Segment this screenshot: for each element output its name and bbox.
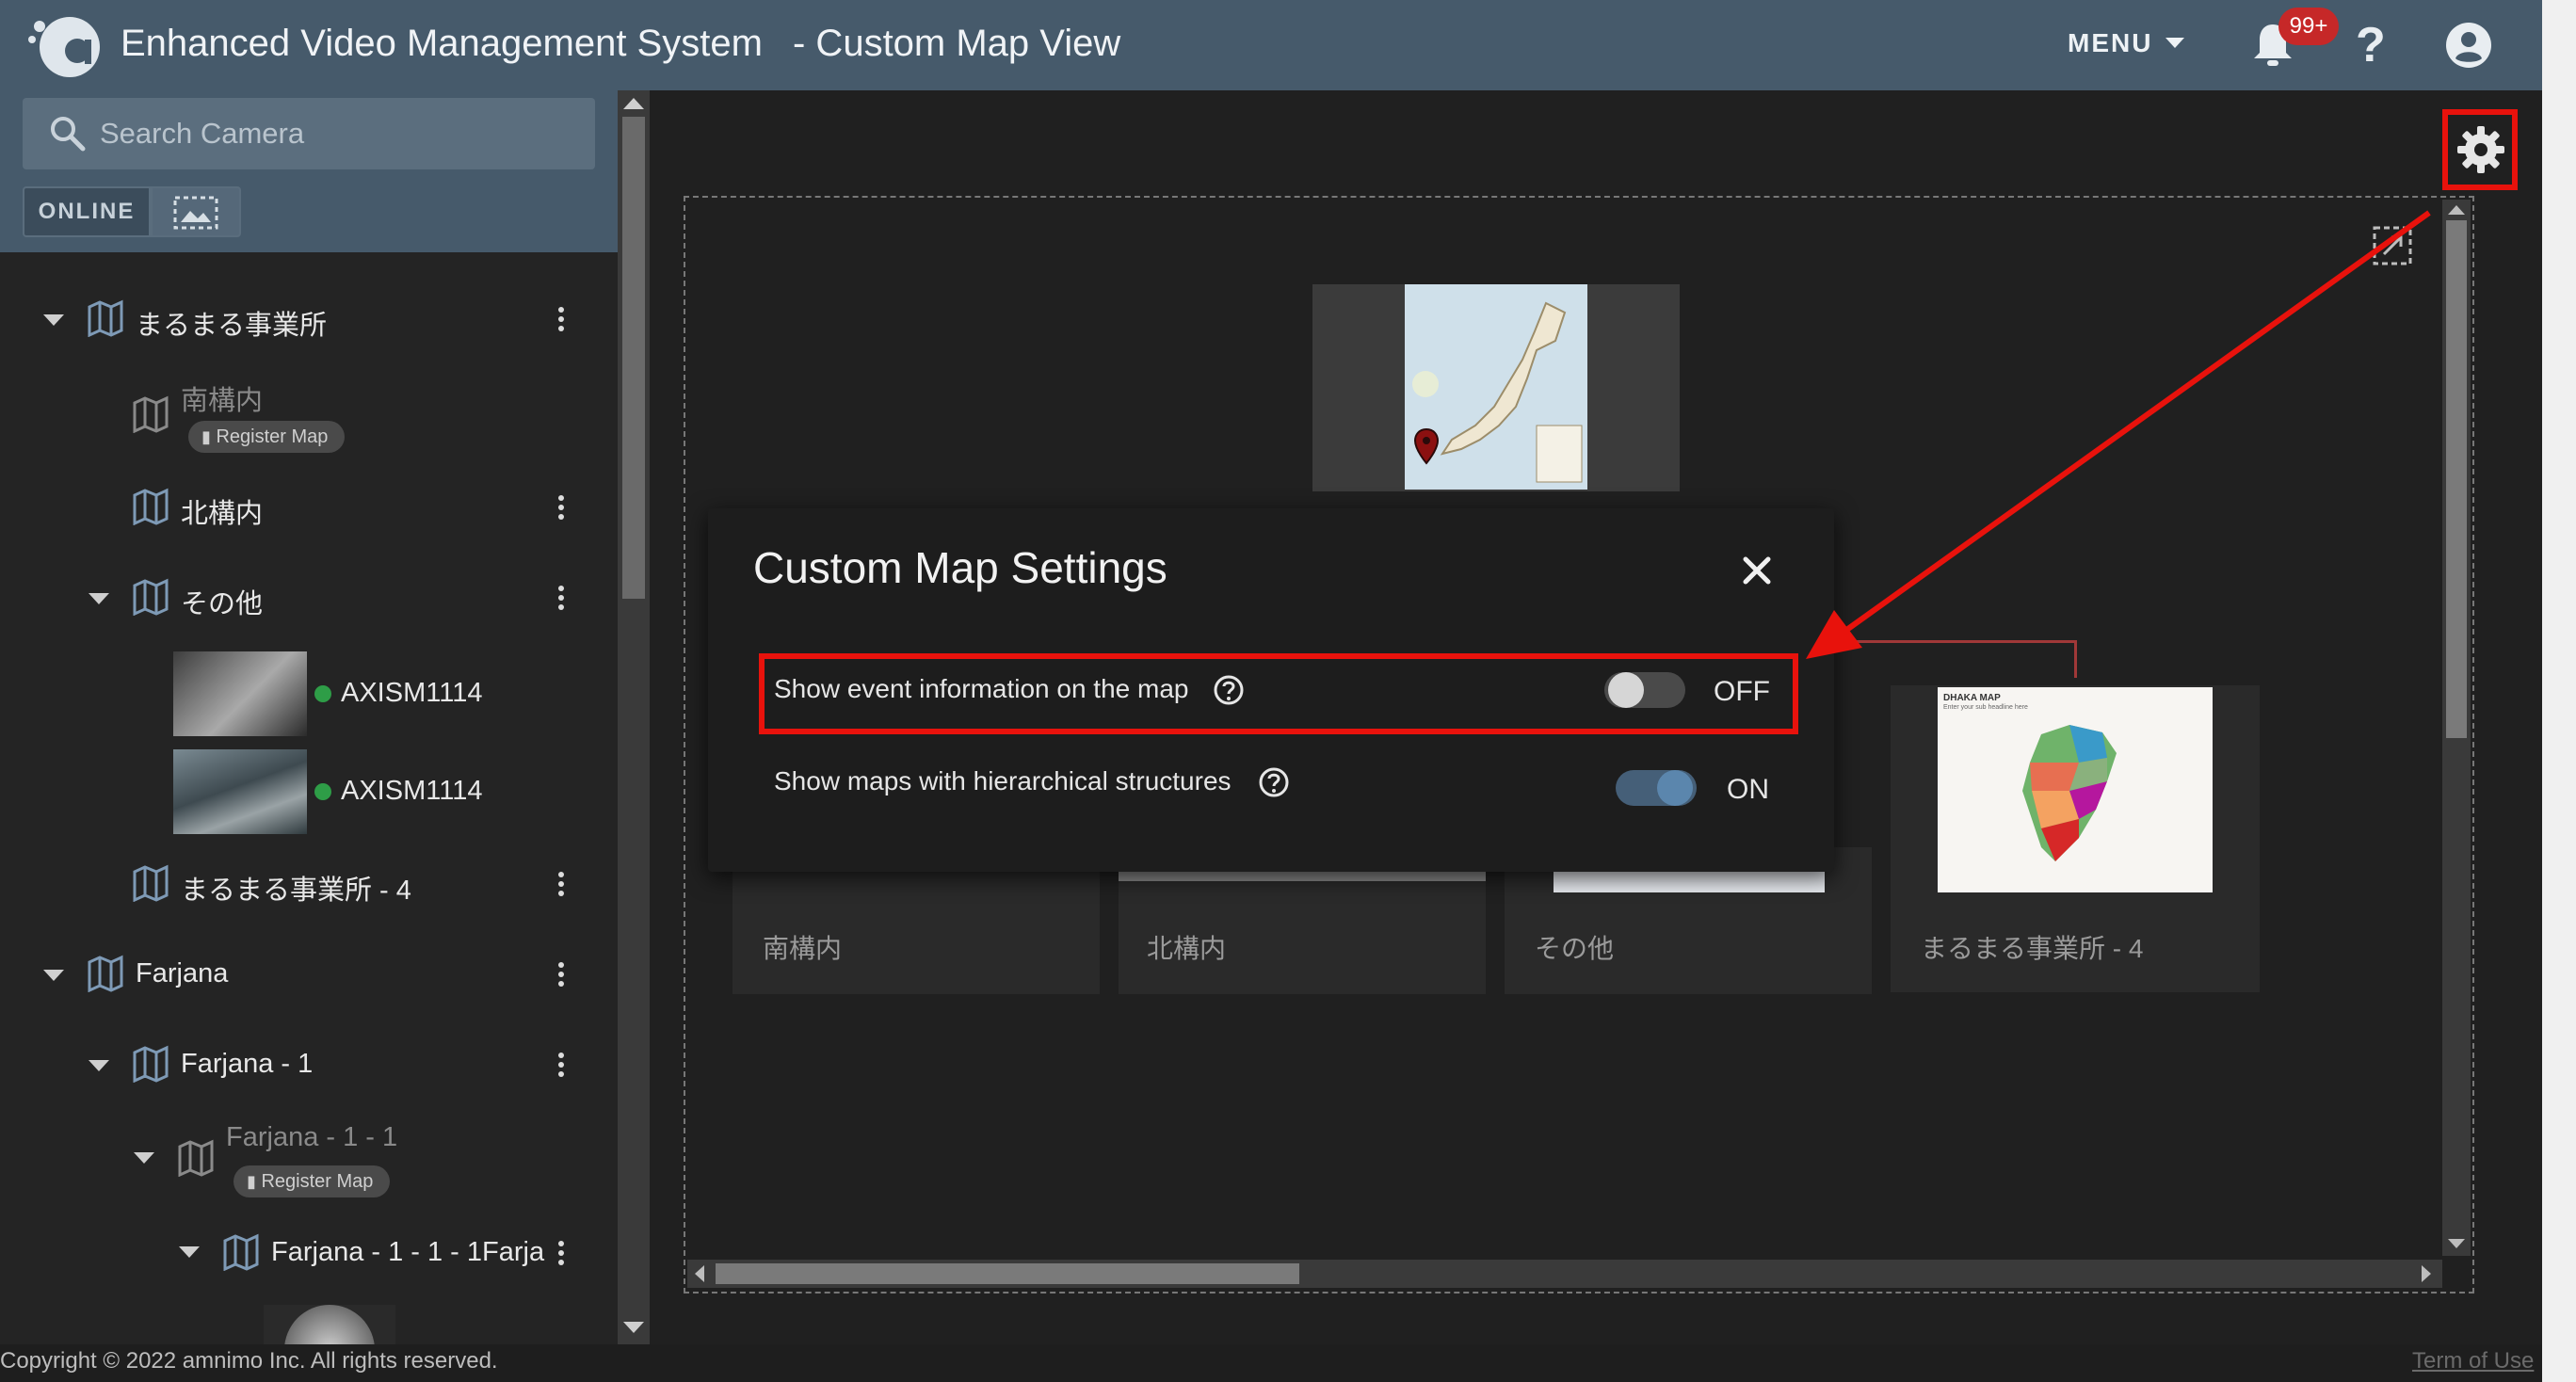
map-icon <box>133 488 169 525</box>
more-options-icon[interactable] <box>556 870 566 898</box>
map-card-label: 北構内 <box>1147 934 1227 963</box>
account-icon[interactable] <box>2444 21 2493 70</box>
hierarchical-state: ON <box>1727 774 1769 805</box>
map-icon <box>133 395 169 433</box>
scroll-down-arrow-icon[interactable] <box>2448 1239 2465 1248</box>
map-pin-icon[interactable] <box>1412 427 1441 465</box>
register-map-button[interactable]: ▮ Register Map <box>233 1165 391 1197</box>
register-map-label: Register Map <box>216 426 329 447</box>
tree-item-group2-child1[interactable]: Farjana - 1 <box>181 1049 313 1080</box>
scroll-right-arrow-icon[interactable] <box>2422 1265 2431 1282</box>
dhaka-map-drawing <box>2022 725 2117 861</box>
camera-item[interactable]: AXISM1114 <box>341 776 482 807</box>
dhaka-map-image: DHAKA MAP Enter your sub headline here <box>1938 687 2213 892</box>
more-options-icon[interactable] <box>556 493 566 522</box>
menu-label: MENU <box>2068 28 2153 57</box>
online-status-dot <box>314 685 331 702</box>
tree-item-group2-child1-1-1[interactable]: Farjana - 1 - 1 - 1Farja <box>271 1237 544 1268</box>
scroll-left-arrow-icon[interactable] <box>695 1265 704 1282</box>
help-circle-icon[interactable] <box>1258 766 1290 798</box>
tree-item-group1-child2[interactable]: 北構内 <box>181 491 263 531</box>
scroll-down-arrow-icon[interactable] <box>623 1322 644 1333</box>
settings-gear-icon[interactable] <box>2455 124 2506 175</box>
chevron-down-icon[interactable] <box>177 1245 201 1260</box>
page-subtitle: - Custom Map View <box>793 23 1121 64</box>
search-camera-input[interactable] <box>98 104 569 164</box>
register-map-label: Register Map <box>261 1171 374 1192</box>
chevron-down-icon[interactable] <box>132 1150 156 1165</box>
map-icon <box>133 864 169 902</box>
map-card-label: まるまる事業所 - 4 <box>1921 934 2144 963</box>
caret-down-icon <box>2165 38 2185 48</box>
map-filter-button[interactable] <box>151 186 241 237</box>
map-horizontal-scroll-thumb[interactable] <box>716 1263 1299 1284</box>
more-options-icon[interactable] <box>556 960 566 988</box>
map-image-icon <box>173 196 218 230</box>
search-icon <box>51 117 86 152</box>
map-icon <box>88 299 123 337</box>
camera-thumbnail[interactable] <box>173 651 307 736</box>
more-options-icon[interactable] <box>556 584 566 612</box>
sidebar-scroll-thumb[interactable] <box>622 117 645 599</box>
camera-item[interactable]: AXISM1114 <box>341 678 482 709</box>
dialog-title: Custom Map Settings <box>753 543 1167 592</box>
map-small-icon: ▮ <box>201 427 211 446</box>
more-options-icon[interactable] <box>556 1051 566 1079</box>
tree-item-group2-child1-1[interactable]: Farjana - 1 - 1 <box>226 1122 397 1153</box>
page-scrollbar[interactable] <box>2542 0 2576 1382</box>
chevron-down-icon[interactable] <box>87 591 111 606</box>
map-icon <box>133 1045 169 1083</box>
map-vertical-scroll-thumb[interactable] <box>2446 220 2467 738</box>
map-card-label: 南構内 <box>763 934 843 963</box>
map-small-icon: ▮ <box>247 1172 256 1191</box>
map-icon <box>223 1233 259 1271</box>
amnimo-logo[interactable] <box>26 11 107 79</box>
help-icon[interactable]: ? <box>2356 17 2386 73</box>
toggle-knob[interactable] <box>1608 672 1644 708</box>
camera-thumbnail-partial[interactable] <box>264 1305 395 1344</box>
scroll-up-arrow-icon[interactable] <box>2448 205 2465 215</box>
annotation-arrow <box>1806 210 2431 659</box>
map-icon <box>88 955 123 992</box>
scroll-up-arrow-icon[interactable] <box>623 98 644 109</box>
register-map-button[interactable]: ▮ Register Map <box>188 421 346 453</box>
tree-item-group1-child3[interactable]: その他 <box>181 582 263 621</box>
more-options-icon[interactable] <box>556 1239 566 1267</box>
event-info-state: OFF <box>1714 676 1770 707</box>
tree-item-group1[interactable]: まるまる事業所 <box>136 303 327 343</box>
map-icon <box>178 1139 214 1177</box>
camera-thumbnail[interactable] <box>173 749 307 834</box>
map-card-label: その他 <box>1535 934 1615 963</box>
tree-item-group2[interactable]: Farjana <box>136 958 228 989</box>
chevron-down-icon[interactable] <box>41 313 66 328</box>
tree-item-group1-child1[interactable]: 南構内 <box>181 378 263 418</box>
map-icon <box>133 578 169 616</box>
online-status-dot <box>314 783 331 800</box>
chevron-down-icon[interactable] <box>41 968 66 983</box>
notification-badge: 99+ <box>2278 8 2339 45</box>
app-title: Enhanced Video Management System <box>121 23 763 64</box>
close-icon[interactable] <box>1738 552 1776 589</box>
copyright-text: Copyright © 2022 amnimo Inc. All rights … <box>0 1348 498 1374</box>
tree-item-group1-child4[interactable]: まるまる事業所 - 4 <box>181 868 411 908</box>
setting-label-hierarchical: Show maps with hierarchical structures <box>774 766 1232 795</box>
more-options-icon[interactable] <box>556 305 566 333</box>
setting-label-event-info: Show event information on the map <box>774 674 1189 703</box>
online-filter-button[interactable]: ONLINE <box>23 186 151 237</box>
terms-of-use-link[interactable]: Term of Use <box>2412 1348 2534 1374</box>
help-circle-icon[interactable] <box>1213 674 1245 706</box>
chevron-down-icon[interactable] <box>87 1058 111 1073</box>
map-card-image-edge <box>1119 872 1486 881</box>
toggle-knob[interactable] <box>1657 770 1693 806</box>
menu-button[interactable]: MENU <box>2068 28 2185 58</box>
